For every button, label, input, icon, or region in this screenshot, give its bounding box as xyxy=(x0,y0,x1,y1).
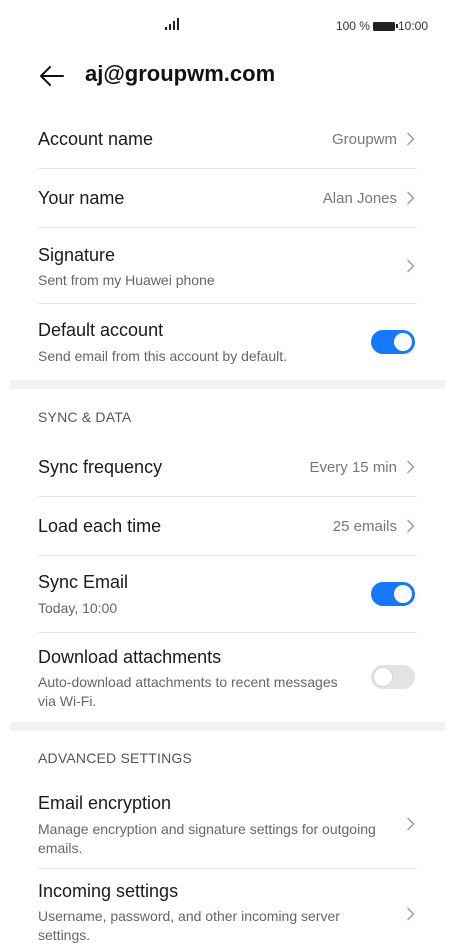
status-right: 100 % 10:00 xyxy=(336,19,428,33)
sync-frequency-label: Sync frequency xyxy=(38,457,163,477)
your-name-label: Your name xyxy=(38,188,125,208)
sync-frequency-value: Every 15 min xyxy=(309,459,397,476)
back-arrow-icon[interactable] xyxy=(38,62,66,90)
download-attachments-label: Download attachments xyxy=(38,647,222,667)
email-encryption-row[interactable]: Email encryption Manage encryption and s… xyxy=(38,780,417,869)
signature-label: Signature xyxy=(38,245,116,265)
section-divider xyxy=(10,722,445,731)
load-each-time-value: 25 emails xyxy=(332,518,397,535)
your-name-row[interactable]: Your name Alan Jones xyxy=(38,169,417,228)
toggle-knob xyxy=(394,333,412,351)
battery-icon xyxy=(372,21,398,31)
advanced-settings-section-header: ADVANCED SETTINGS xyxy=(38,750,193,766)
sync-frequency-row[interactable]: Sync frequency Every 15 min xyxy=(38,438,417,497)
battery-percent: 100 % xyxy=(335,19,370,33)
chevron-right-icon xyxy=(407,907,415,921)
chevron-right-icon xyxy=(407,519,415,533)
sync-email-toggle[interactable] xyxy=(371,582,415,606)
account-name-label: Account name xyxy=(38,129,154,149)
load-each-time-label: Load each time xyxy=(38,516,162,536)
load-each-time-row[interactable]: Load each time 25 emails xyxy=(38,497,417,556)
section-divider xyxy=(10,380,445,389)
clock: 10:00 xyxy=(397,19,428,33)
chevron-right-icon xyxy=(407,132,415,146)
incoming-settings-row[interactable]: Incoming settings Username, password, an… xyxy=(38,869,417,943)
toggle-knob xyxy=(394,585,412,603)
sync-email-subtitle: Today, 10:00 xyxy=(38,600,118,616)
incoming-settings-label: Incoming settings xyxy=(38,881,179,901)
status-bar: 100 % 10:00 xyxy=(0,0,455,50)
header: aj@groupwm.com xyxy=(0,58,455,94)
toggle-knob xyxy=(374,668,392,686)
your-name-value: Alan Jones xyxy=(322,190,397,207)
download-attachments-subtitle: Auto-download attachments to recent mess… xyxy=(38,674,338,709)
default-account-toggle[interactable] xyxy=(371,330,415,354)
default-account-label: Default account xyxy=(38,320,164,340)
email-encryption-label: Email encryption xyxy=(38,793,172,813)
signal-icon xyxy=(165,18,179,30)
download-attachments-toggle[interactable] xyxy=(371,665,415,689)
account-name-value: Groupwm xyxy=(331,131,397,148)
account-name-row[interactable]: Account name Groupwm xyxy=(38,110,417,169)
download-attachments-row: Download attachments Auto-download attac… xyxy=(38,633,417,722)
page-title: aj@groupwm.com xyxy=(85,61,276,86)
default-account-subtitle: Send email from this account by default. xyxy=(38,348,288,364)
chevron-right-icon xyxy=(407,817,415,831)
chevron-right-icon xyxy=(407,259,415,273)
sync-data-section-header: SYNC & DATA xyxy=(38,409,132,425)
chevron-right-icon xyxy=(407,191,415,205)
email-encryption-subtitle: Manage encryption and signature settings… xyxy=(38,821,376,856)
sync-email-label: Sync Email xyxy=(38,572,129,592)
signature-subtitle: Sent from my Huawei phone xyxy=(38,272,215,288)
incoming-settings-subtitle: Username, password, and other incoming s… xyxy=(38,908,340,943)
signature-row[interactable]: Signature Sent from my Huawei phone xyxy=(38,228,417,304)
default-account-row: Default account Send email from this acc… xyxy=(38,304,417,380)
sync-email-row: Sync Email Today, 10:00 xyxy=(38,556,417,633)
chevron-right-icon xyxy=(407,460,415,474)
